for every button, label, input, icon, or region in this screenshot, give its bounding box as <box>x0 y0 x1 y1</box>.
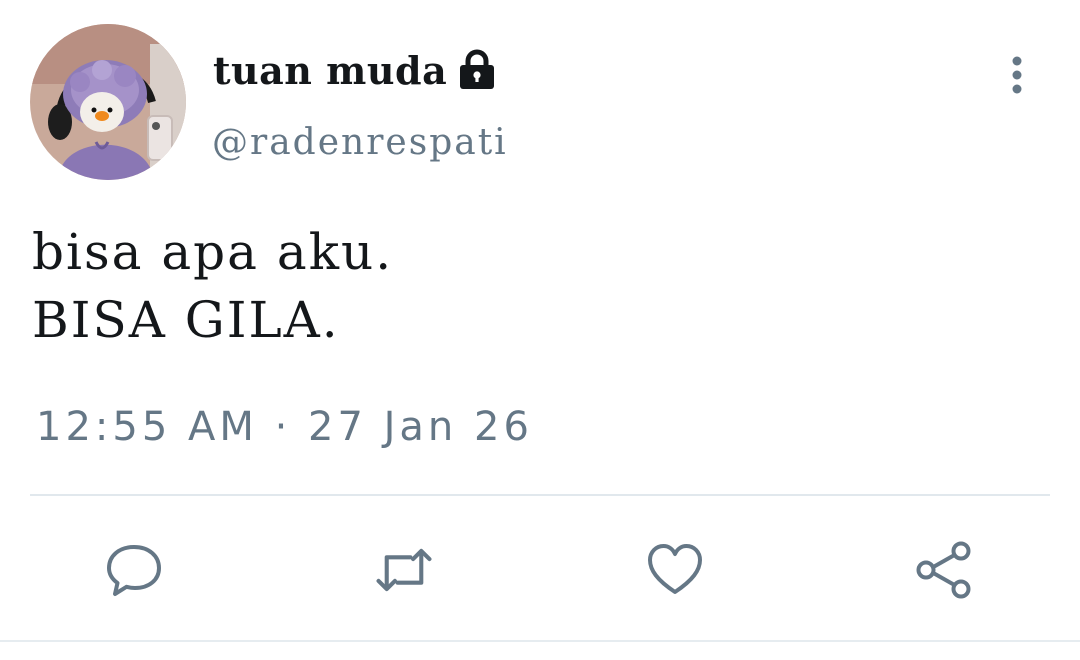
tweet-text: bisa apa aku. BISA GILA. <box>32 218 1032 354</box>
display-name[interactable]: tuan muda <box>213 48 447 93</box>
lock-icon <box>457 49 497 91</box>
avatar[interactable] <box>30 24 186 180</box>
share-icon <box>916 541 971 599</box>
tweet-line: BISA GILA. <box>32 291 340 349</box>
retweet-button[interactable] <box>374 540 434 600</box>
more-options-button[interactable] <box>996 52 1038 98</box>
share-button[interactable] <box>914 540 974 600</box>
like-button[interactable] <box>645 540 705 600</box>
divider <box>30 494 1050 496</box>
retweet-icon <box>376 548 432 592</box>
reply-button[interactable] <box>104 540 164 600</box>
tweet-timestamp[interactable]: 12:55 AM · 27 Jan 26 <box>36 404 533 450</box>
user-name-row: tuan muda <box>213 42 497 98</box>
tweet-line: bisa apa aku. <box>32 223 394 281</box>
more-vertical-icon <box>1012 56 1022 94</box>
bottom-divider <box>0 640 1080 642</box>
user-handle[interactable]: @radenrespati <box>212 122 508 163</box>
heart-icon <box>648 544 702 594</box>
comment-icon <box>107 545 161 596</box>
